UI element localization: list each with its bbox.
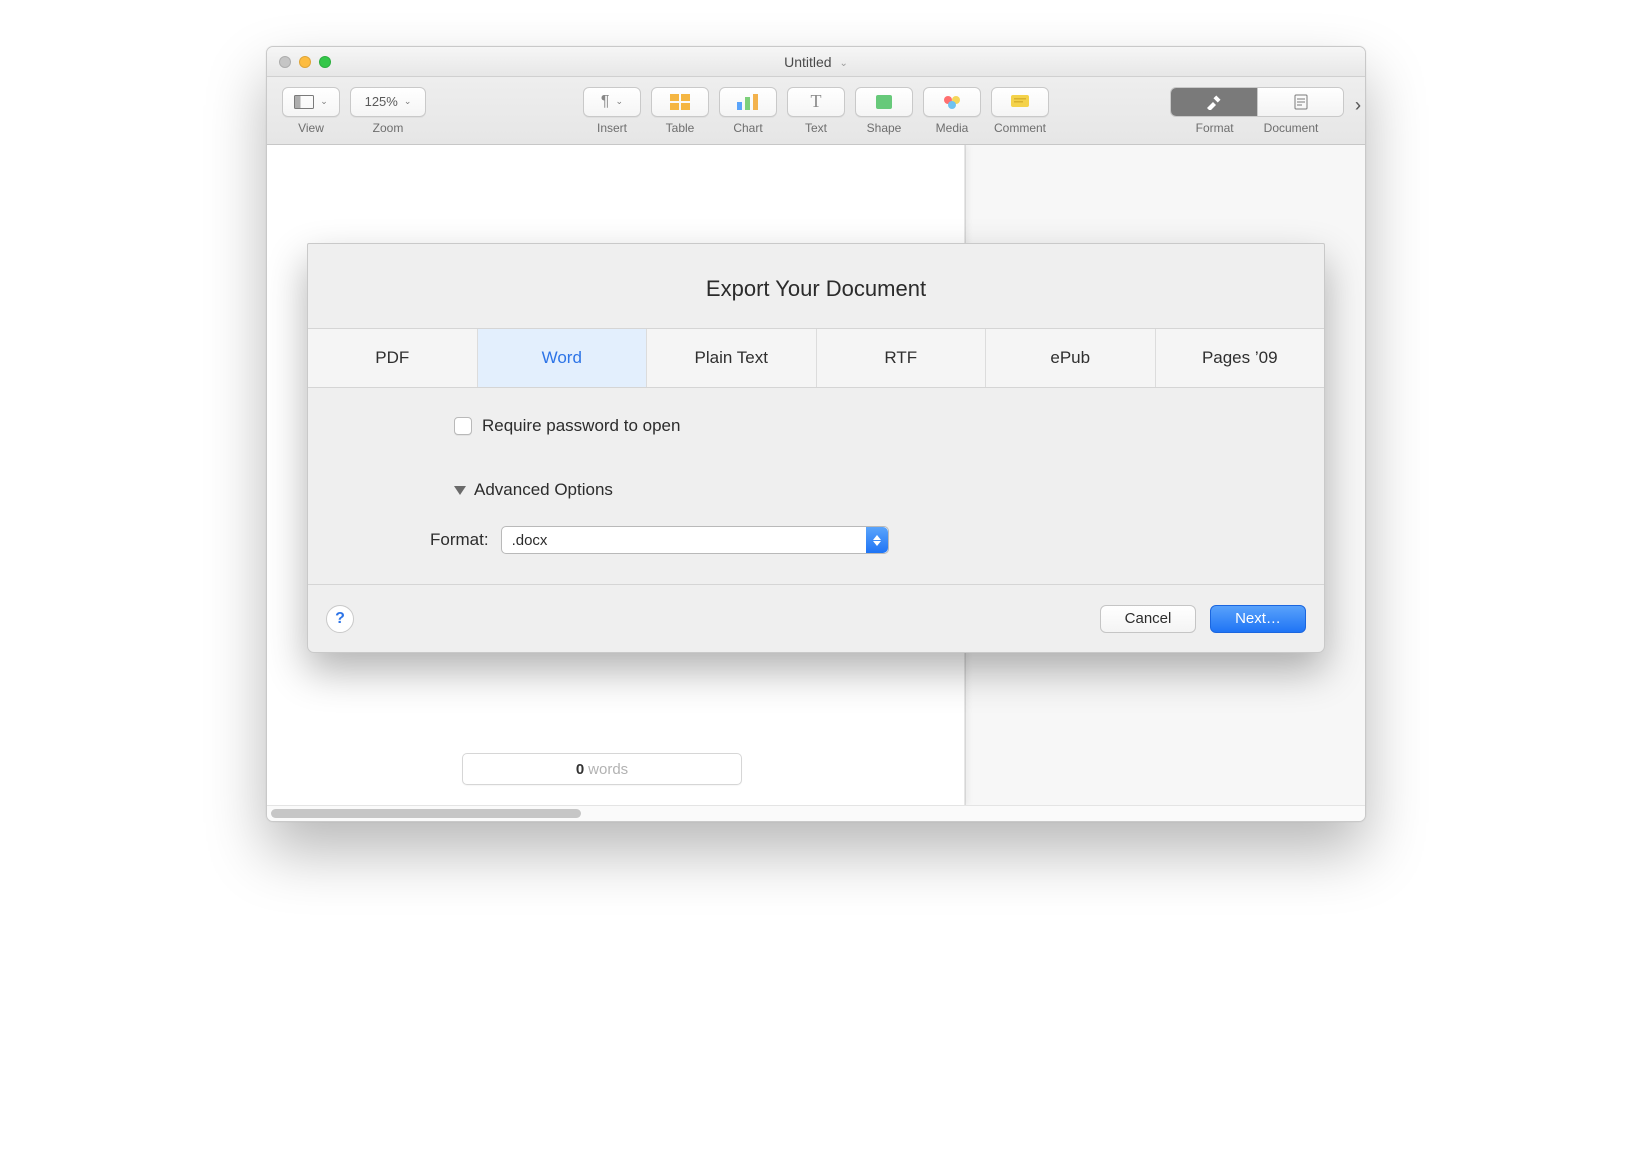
text-icon: T: [811, 91, 822, 112]
tab-plain[interactable]: Plain Text: [647, 329, 817, 387]
zoom-label: Zoom: [373, 121, 404, 135]
format-value: .docx: [512, 532, 548, 549]
document-label: Document: [1264, 121, 1319, 135]
media-icon: [941, 93, 963, 111]
shape-icon: [875, 94, 893, 110]
word-count-pill[interactable]: 0 words: [462, 753, 742, 785]
format-label: Format:: [430, 530, 489, 550]
next-button[interactable]: Next…: [1210, 605, 1306, 633]
sheet-body: Require password to open Advanced Option…: [308, 388, 1324, 584]
document-area: 0 words Export Your Document PDF Word Pl…: [267, 145, 1365, 805]
chevron-down-icon: ⌄: [616, 96, 624, 107]
text-button[interactable]: T: [787, 87, 845, 117]
close-window-button[interactable]: [279, 56, 291, 68]
chevron-down-icon: ⌄: [404, 96, 412, 107]
scrollbar-thumb[interactable]: [271, 809, 581, 818]
advanced-options-disclosure[interactable]: Advanced Options: [454, 480, 1324, 500]
zoom-window-button[interactable]: [319, 56, 331, 68]
chart-button[interactable]: [719, 87, 777, 117]
view-icon: [294, 95, 314, 109]
view-label: View: [298, 121, 324, 135]
format-popup[interactable]: .docx: [501, 526, 889, 554]
minimize-window-button[interactable]: [299, 56, 311, 68]
comment-icon: [1010, 94, 1030, 110]
export-tabs: PDF Word Plain Text RTF ePub Pages ’09: [308, 328, 1324, 388]
require-password-checkbox[interactable]: [454, 417, 472, 435]
traffic-lights: [267, 56, 331, 68]
insert-button[interactable]: ¶ ⌄: [583, 87, 641, 117]
document-icon: [1294, 94, 1308, 110]
toolbar: ⌄ View 125% ⌄ Zoom ¶ ⌄: [267, 77, 1365, 145]
window-title[interactable]: Untitled ⌄: [267, 54, 1365, 70]
view-button[interactable]: ⌄: [282, 87, 340, 117]
zoom-button[interactable]: 125% ⌄: [350, 87, 426, 117]
chevron-down-icon: ⌄: [320, 96, 328, 107]
text-label: Text: [805, 121, 827, 135]
tab-word[interactable]: Word: [478, 329, 648, 387]
tab-pages09[interactable]: Pages ’09: [1156, 329, 1325, 387]
paintbrush-icon: [1205, 94, 1223, 110]
media-label: Media: [936, 121, 969, 135]
table-label: Table: [666, 121, 695, 135]
horizontal-scrollbar[interactable]: [267, 805, 1365, 821]
advanced-options-label: Advanced Options: [474, 480, 613, 500]
chevron-down-icon: ⌄: [839, 58, 847, 69]
inspector-segmented: [1170, 87, 1344, 117]
popup-stepper-icon: [866, 527, 888, 553]
pilcrow-icon: ¶: [601, 93, 610, 111]
disclosure-triangle-icon: [454, 486, 466, 495]
media-button[interactable]: [923, 87, 981, 117]
help-button[interactable]: ?: [326, 605, 354, 633]
app-window: Untitled ⌄ ⌄ View: [266, 46, 1366, 822]
sheet-title: Export Your Document: [308, 244, 1324, 328]
insert-label: Insert: [597, 121, 627, 135]
comment-label: Comment: [994, 121, 1046, 135]
cancel-button[interactable]: Cancel: [1100, 605, 1196, 633]
format-inspector-button[interactable]: [1171, 88, 1257, 116]
zoom-value: 125%: [365, 94, 398, 109]
document-inspector-button[interactable]: [1257, 88, 1343, 116]
tab-pdf[interactable]: PDF: [308, 329, 478, 387]
table-icon: [670, 94, 690, 110]
window-title-text: Untitled: [784, 54, 831, 70]
chart-icon: [737, 94, 759, 110]
format-row: Format: .docx: [454, 526, 1324, 554]
sheet-footer: ? Cancel Next…: [308, 584, 1324, 652]
titlebar: Untitled ⌄: [267, 47, 1365, 77]
tab-rtf[interactable]: RTF: [817, 329, 987, 387]
comment-button[interactable]: [991, 87, 1049, 117]
export-sheet: Export Your Document PDF Word Plain Text…: [307, 243, 1325, 653]
word-count-unit: words: [588, 761, 628, 778]
require-password-label: Require password to open: [482, 416, 680, 436]
shape-button[interactable]: [855, 87, 913, 117]
shape-label: Shape: [867, 121, 902, 135]
tab-epub[interactable]: ePub: [986, 329, 1156, 387]
chart-label: Chart: [733, 121, 762, 135]
format-label: Format: [1196, 121, 1234, 135]
require-password-row: Require password to open: [454, 416, 1324, 436]
word-count-value: 0: [576, 761, 584, 778]
table-button[interactable]: [651, 87, 709, 117]
